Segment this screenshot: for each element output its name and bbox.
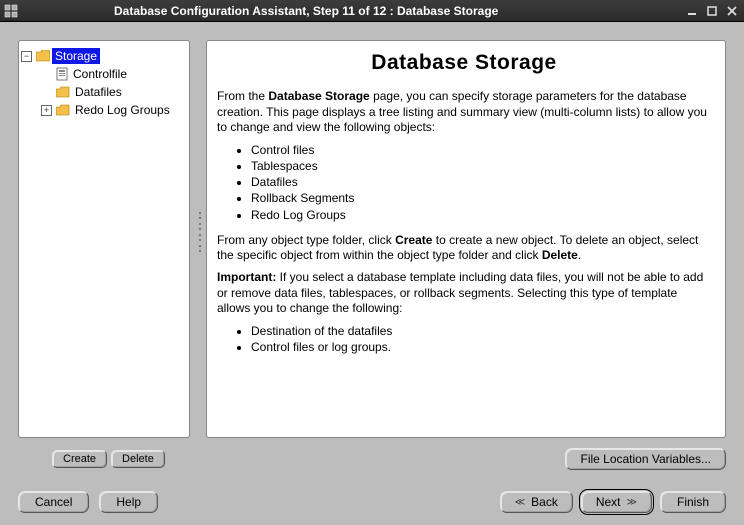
list-item: Rollback Segments — [251, 190, 711, 206]
create-delete-paragraph: From any object type folder, click Creat… — [217, 233, 711, 264]
splitter-handle[interactable] — [197, 212, 203, 252]
titlebar: Database Configuration Assistant, Step 1… — [0, 0, 744, 22]
window-title: Database Configuration Assistant, Step 1… — [114, 4, 498, 18]
close-button[interactable] — [724, 4, 740, 18]
tree-panel: − Storage C — [18, 40, 190, 438]
folder-icon — [56, 104, 70, 116]
minimize-button[interactable] — [684, 4, 700, 18]
important-paragraph: Important: If you select a database temp… — [217, 270, 711, 317]
tree-label-redolog: Redo Log Groups — [72, 102, 173, 118]
page-heading: Database Storage — [217, 51, 711, 75]
folder-icon — [36, 50, 50, 62]
tree-label-storage: Storage — [52, 48, 100, 64]
list-item: Tablespaces — [251, 158, 711, 174]
list-item: Control files or log groups. — [251, 339, 711, 355]
next-button[interactable]: Next ≫ — [581, 491, 652, 513]
list-item: Destination of the datafiles — [251, 323, 711, 339]
objects-list: Control files Tablespaces Datafiles Roll… — [217, 142, 711, 223]
list-item: Control files — [251, 142, 711, 158]
create-button[interactable]: Create — [52, 450, 107, 468]
content-panel: Database Storage From the Database Stora… — [206, 40, 726, 438]
back-button[interactable]: ≪ Back — [500, 491, 573, 513]
finish-button[interactable]: Finish — [660, 491, 726, 513]
file-location-variables-button[interactable]: File Location Variables... — [565, 448, 726, 470]
tree-node-storage[interactable]: − Storage — [21, 47, 187, 65]
collapse-icon[interactable]: − — [21, 51, 32, 62]
chevron-left-icon: ≪ — [515, 497, 525, 508]
intro-paragraph: From the Database Storage page, you can … — [217, 89, 711, 136]
cancel-button[interactable]: Cancel — [18, 491, 89, 513]
tree-label-datafiles: Datafiles — [72, 84, 125, 100]
template-list: Destination of the datafiles Control fil… — [217, 323, 711, 355]
tree-node-datafiles[interactable]: Datafiles — [41, 83, 187, 101]
app-icon — [4, 4, 18, 18]
chevron-right-icon: ≫ — [627, 497, 637, 508]
delete-button[interactable]: Delete — [111, 450, 165, 468]
file-icon — [56, 67, 68, 81]
list-item: Redo Log Groups — [251, 207, 711, 223]
help-button[interactable]: Help — [99, 491, 158, 513]
tree-node-controlfile[interactable]: Controlfile — [41, 65, 187, 83]
expand-icon[interactable]: + — [41, 105, 52, 116]
list-item: Datafiles — [251, 174, 711, 190]
folder-icon — [56, 86, 70, 98]
tree-label-controlfile: Controlfile — [70, 66, 130, 82]
maximize-button[interactable] — [704, 4, 720, 18]
window-body: − Storage C — [0, 22, 744, 525]
tree-node-redolog[interactable]: + Redo Log Groups — [41, 101, 187, 119]
